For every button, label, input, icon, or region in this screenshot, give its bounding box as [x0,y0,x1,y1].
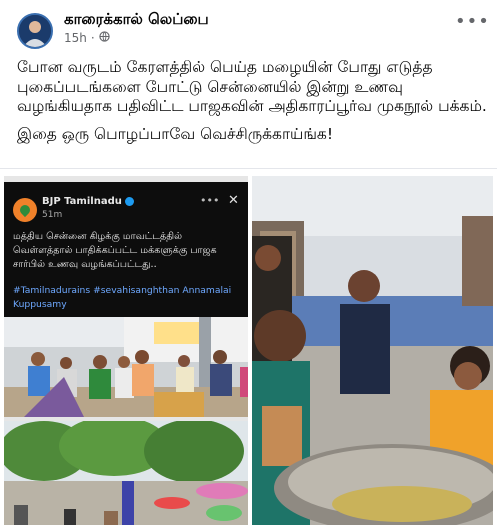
post-text: போன வருடம் கேரளத்தில் பெய்த மழையின் போது… [17,58,487,152]
photo-crowd [4,317,248,417]
post-paragraph: இதை ஒரு பொழப்பாவே வெச்சிருக்காய்ங்க! [17,124,334,143]
tweet-account: BJP Tamilnadu [42,196,134,207]
post-image-left[interactable]: BJP Tamilnadu 51m ••• ✕ மத்திய சென்னை கி… [4,176,248,525]
verified-icon [124,197,134,206]
globe-icon [99,31,110,45]
page-name[interactable]: காரைக்கால் லெப்பை [64,10,209,30]
divider [0,168,497,169]
post-meta: 15h · [64,31,110,45]
post-paragraph: போன வருடம் கேரளத்தில் பெய்த மழையின் போது… [17,58,487,115]
tweet-body: மத்திய சென்னை கிழக்கு மாவட்டத்தில் வெள்ள… [13,231,217,270]
post-header: காரைக்கால் லெப்பை 15h · ••• [0,0,497,55]
photo-street [4,416,248,525]
more-options-icon[interactable]: ••• [455,13,489,31]
post-image-right[interactable] [252,176,493,525]
tweet-close-icon: ✕ [228,193,239,208]
embedded-tweet: BJP Tamilnadu 51m ••• ✕ மத்திய சென்னை கி… [4,182,248,317]
bjp-logo-icon [13,198,37,222]
page-avatar[interactable] [17,13,53,49]
tweet-hashtags: #Tamilnadurains #sevahisanghthan Annamal… [13,285,232,310]
tweet-more-icon: ••• [200,194,220,207]
tweet-time: 51m [42,210,63,220]
post-time[interactable]: 15h [64,31,87,45]
